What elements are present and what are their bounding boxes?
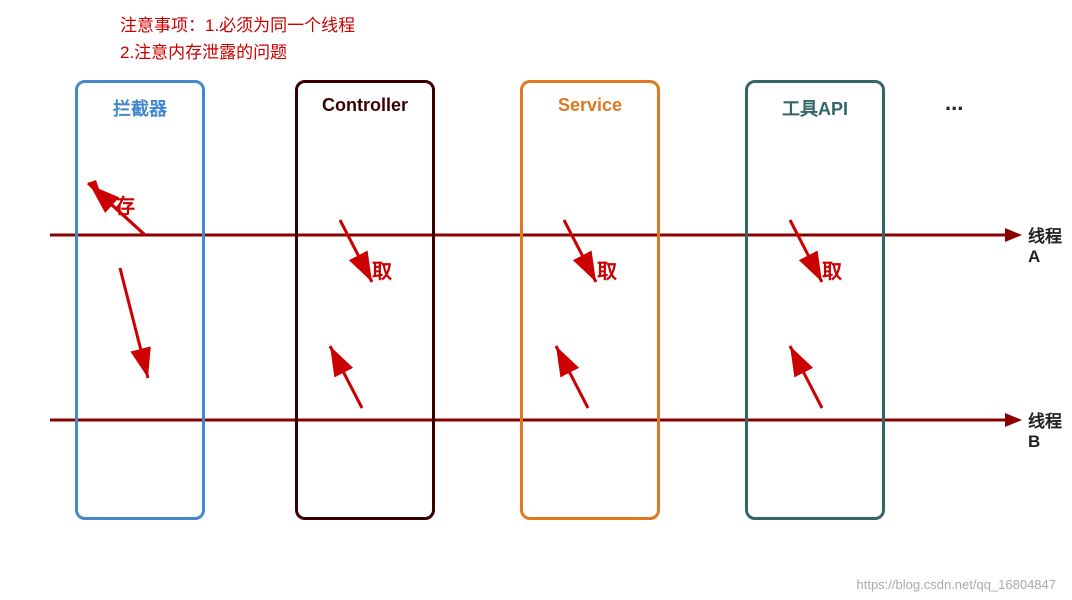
controller-label: Controller [298, 95, 432, 116]
thread-a-label: 线程A [1028, 222, 1072, 267]
toolapi-box: 工具API [745, 80, 885, 520]
thread-b-label: 线程B [1028, 407, 1072, 452]
controller-take-label: 取 [372, 255, 392, 284]
service-label: Service [523, 95, 657, 116]
toolapi-label: 工具API [748, 95, 882, 121]
interceptor-box: 拦截器 [75, 80, 205, 520]
diagram-canvas: 注意事项：1.必须为同一个线程 2.注意内存泄露的问题 [0, 0, 1072, 600]
service-box: Service [520, 80, 660, 520]
watermark: https://blog.csdn.net/qq_16804847 [857, 577, 1057, 592]
store-label: 存 [115, 190, 135, 219]
interceptor-label: 拦截器 [78, 95, 202, 121]
service-take-label: 取 [597, 255, 617, 284]
controller-box: Controller [295, 80, 435, 520]
dots-label: ... [945, 90, 963, 116]
note-text: 注意事项：1.必须为同一个线程 2.注意内存泄露的问题 [120, 12, 355, 66]
toolapi-take-label: 取 [822, 255, 842, 284]
note-line1: 注意事项：1.必须为同一个线程 [120, 12, 355, 39]
note-line2: 2.注意内存泄露的问题 [120, 39, 355, 66]
